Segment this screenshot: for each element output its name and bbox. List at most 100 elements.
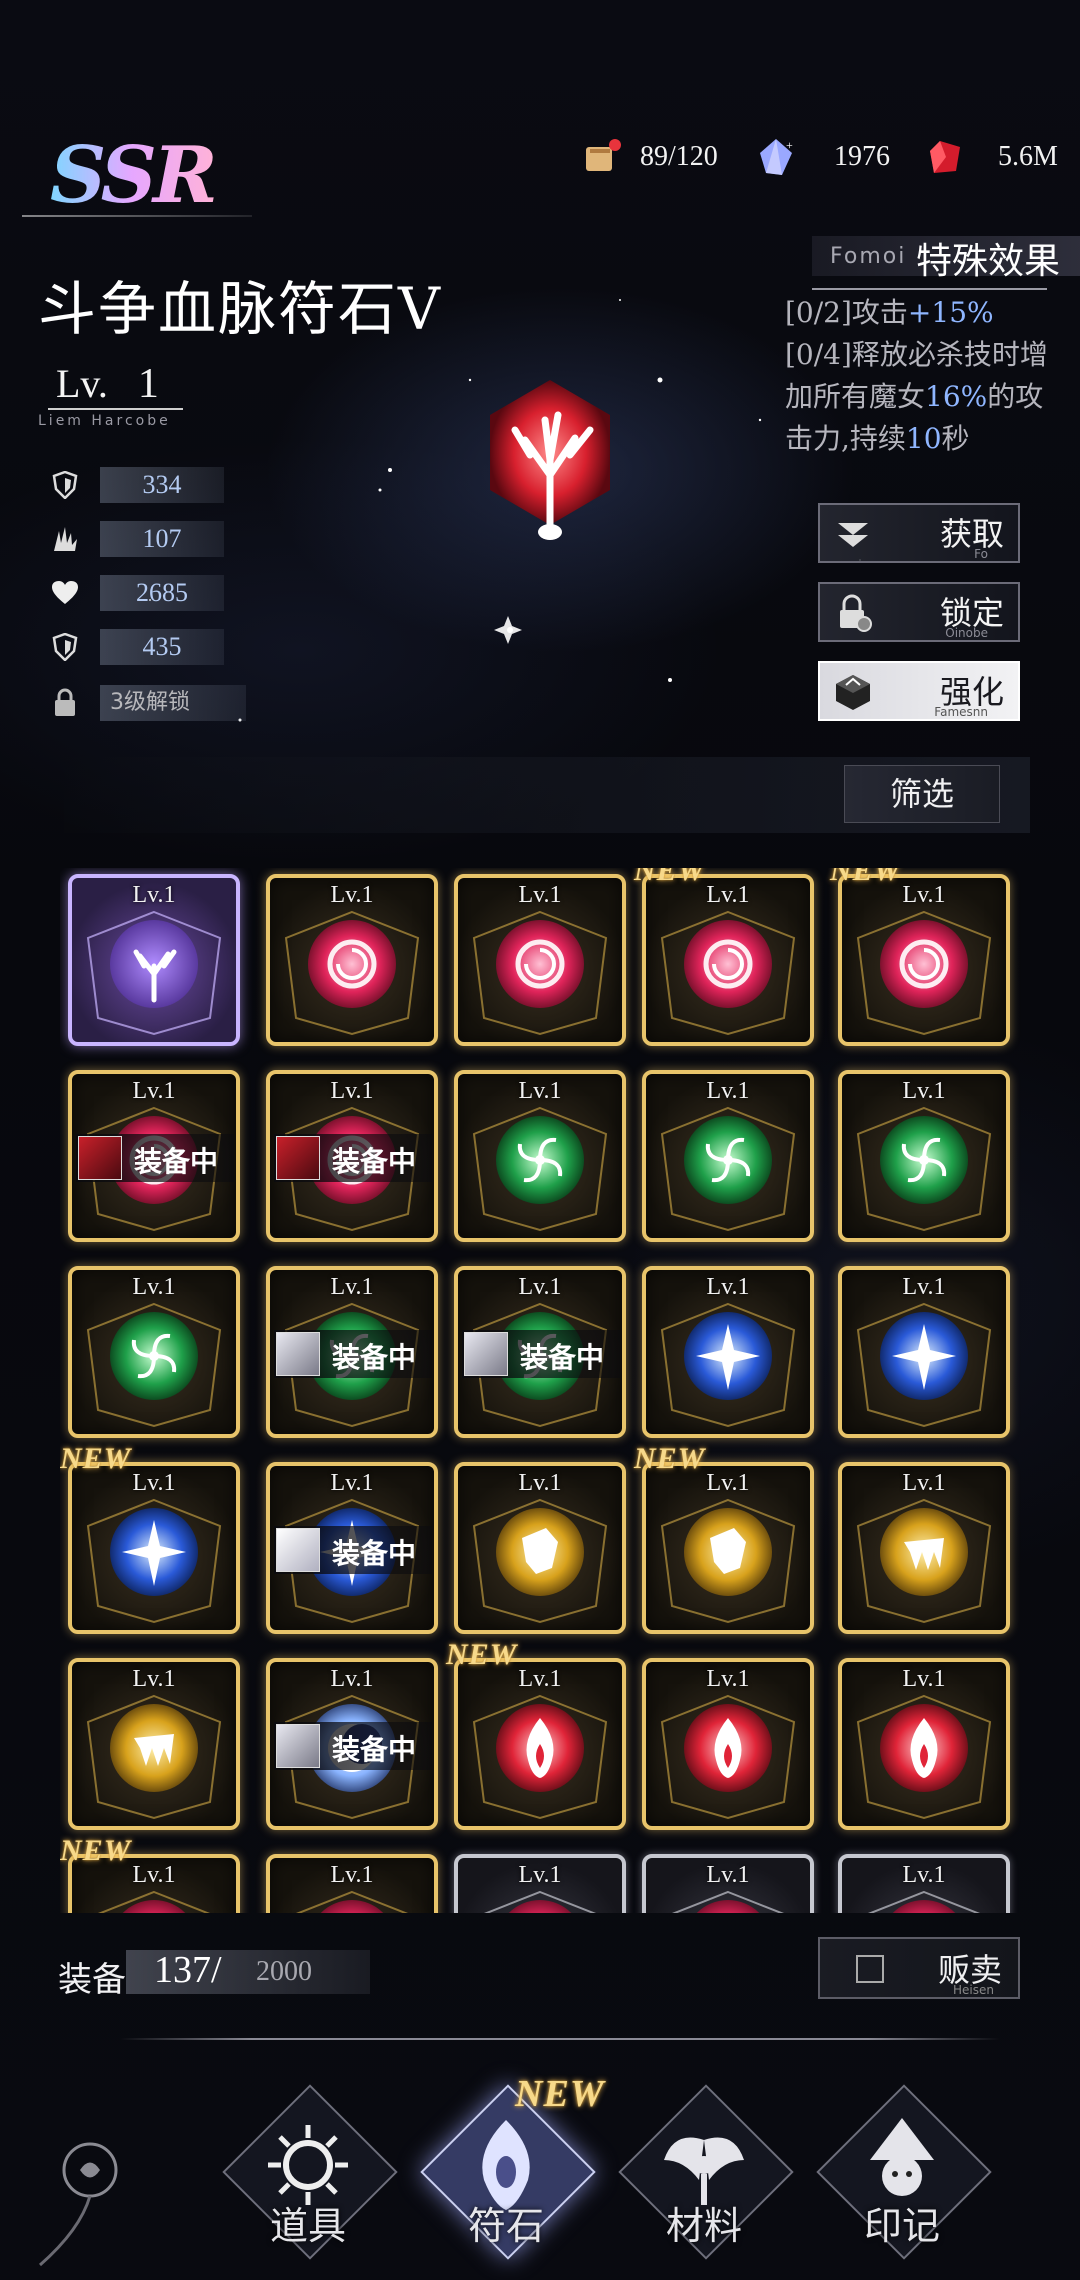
nav-label: 材料 [665,2204,742,2248]
sell-sub: Heisen [953,1983,994,1997]
rune-preview-tree-icon [490,380,610,540]
green-wind-rune-icon [705,1137,751,1183]
rune-slot[interactable]: Lv.1 [642,1854,814,1913]
rarity-badge: SSR [50,130,218,221]
lock-button[interactable]: 锁定 Oinobe [818,582,1020,642]
chevron-down-double-icon [838,523,868,547]
rune-level: Lv.1 [902,1666,946,1692]
rune-slot[interactable]: Lv.1 [642,1266,814,1438]
stat-value: 2685 [100,575,224,611]
item-level: Lv. 1 [56,360,159,408]
enhance-button[interactable]: 强化 Famesnn [818,661,1020,721]
effect-2-duration: 10 [905,422,942,455]
level-underline [48,408,183,410]
rune-level: Lv.1 [330,1274,374,1300]
nav-tab-items[interactable]: 道具 [218,2084,398,2270]
obtain-label: 获取 [939,515,1004,553]
rune-slot[interactable]: Lv.1 [68,874,240,1046]
gold-fist-rune-icon [522,1528,558,1574]
rune-slot[interactable]: Lv.1 [454,874,626,1046]
rune-level: Lv.1 [330,1666,374,1692]
equipped-label: 装备中 [332,1733,417,1766]
rune-slot[interactable]: Lv.1 [838,1658,1010,1830]
rune-slot[interactable]: Lv.1 装备中 [266,1658,438,1830]
rune-slot[interactable]: Lv.1 装备中 [266,1462,438,1634]
rune-slot[interactable]: Lv.1 [454,1462,626,1634]
rune-level: Lv.1 [132,1078,176,1104]
nav-label: 符石 [467,2204,544,2248]
stat-hp: 2685 [50,574,224,612]
sell-toggle[interactable]: 贩卖 Heisen [818,1937,1020,1999]
rune-slot[interactable]: Lv.1 [838,1070,1010,1242]
rune-slot[interactable]: Lv.1 [838,1266,1010,1438]
filter-button[interactable]: 筛选 [844,765,1000,823]
stat-value: 435 [100,629,224,665]
nav-tab-marks[interactable]: 印记 [812,2084,992,2270]
rune-level: Lv.1 [330,1078,374,1104]
nav-label: 道具 [269,2204,346,2248]
effect-2-text-c: 秒 [941,422,970,455]
lock-gear-icon [840,594,872,632]
equipped-badge: 装备中 [274,1134,432,1182]
rune-slot[interactable]: Lv.1 装备中 [266,1266,438,1438]
character-avatar [276,1724,320,1768]
rune-slot[interactable]: Lv.1 装备中 [68,1070,240,1242]
equipped-label: 装备中 [332,1537,417,1570]
new-badge: NEW [634,1442,706,1475]
rune-slot[interactable]: Lv.1 [454,1854,626,1913]
rune-slot[interactable]: Lv.1 [266,1854,438,1913]
sell-checkbox[interactable] [856,1955,884,1983]
rune-level: Lv.1 [330,882,374,908]
rune-slot[interactable]: Lv.1 [642,1070,814,1242]
nav-label: 印记 [863,2204,940,2248]
rune-slot[interactable]: Lv.1 [266,874,438,1046]
crystal-value: 1976 [834,141,890,172]
rune-slot[interactable]: Lv.1 [68,1462,240,1634]
red-flame-rune-icon [910,1718,938,1778]
rune-slot[interactable]: Lv.1 [454,1070,626,1242]
gold-fist-rune-icon [710,1528,746,1574]
rune-slot[interactable]: Lv.1 [68,1266,240,1438]
rune-slot[interactable]: Lv.1 [838,1462,1010,1634]
rune-slot[interactable]: Lv.1 [68,1658,240,1830]
rune-level: Lv.1 [902,1862,946,1888]
hp-heart-icon [50,578,80,608]
rune-level: Lv.1 [902,1078,946,1104]
red-flame-rune-icon [714,1718,742,1778]
rune-slot[interactable]: Lv.1 [838,1854,1010,1913]
rune-level: Lv.1 [902,1470,946,1496]
obtain-button[interactable]: 获取 Fo [818,503,1020,563]
stat-locked: 3级解锁 [50,684,246,722]
special-effect-title: 特殊效果 [916,241,1061,282]
blue-cross-rune-icon [122,1520,186,1586]
new-badge: NEW [446,1638,518,1671]
rune-slot[interactable]: Lv.1 [838,874,1010,1046]
level-number: 1 [137,361,159,407]
rune-level: Lv.1 [330,1470,374,1496]
level-label: Lv. [56,361,108,406]
rune-slot[interactable]: Lv.1 [454,1658,626,1830]
rose-ornament-icon [39,2142,118,2267]
resource-crystal[interactable]: + 1976 [756,137,890,177]
rune-level: Lv.1 [518,1078,562,1104]
rune-inventory-grid: Lv.1 Lv.1 Lv.1 Lv.1 NEW Lv.1 NEW Lv.1 装备中 Lv.1 装备中… [60,868,1030,1913]
new-badge: NEW [60,1442,132,1475]
resource-ruby[interactable]: 5.6M [926,137,1058,177]
nav-tab-runes[interactable]: 符石 [416,2084,596,2270]
green-wind-rune-icon [901,1137,947,1183]
rune-slot[interactable]: Lv.1 装备中 [454,1266,626,1438]
level-subtitle: Liem Harcobe [38,413,171,429]
defense-shield-icon [50,470,80,500]
rune-level: Lv.1 [518,1470,562,1496]
ruby-value: 5.6M [998,141,1058,172]
rune-slot[interactable]: Lv.1 [642,1658,814,1830]
rune-slot[interactable]: Lv.1 装备中 [266,1070,438,1242]
stat-unlock-text: 3级解锁 [100,685,246,721]
nav-runes-new-badge: NEW [515,2073,605,2115]
rune-slot[interactable]: Lv.1 [642,1462,814,1634]
nav-tab-materials[interactable]: 材料 [614,2084,794,2270]
rune-level: Lv.1 [132,1274,176,1300]
rune-slot[interactable]: Lv.1 [642,874,814,1046]
defense-shield-icon [50,632,80,662]
resource-stamina[interactable]: 89/120 [582,137,718,177]
